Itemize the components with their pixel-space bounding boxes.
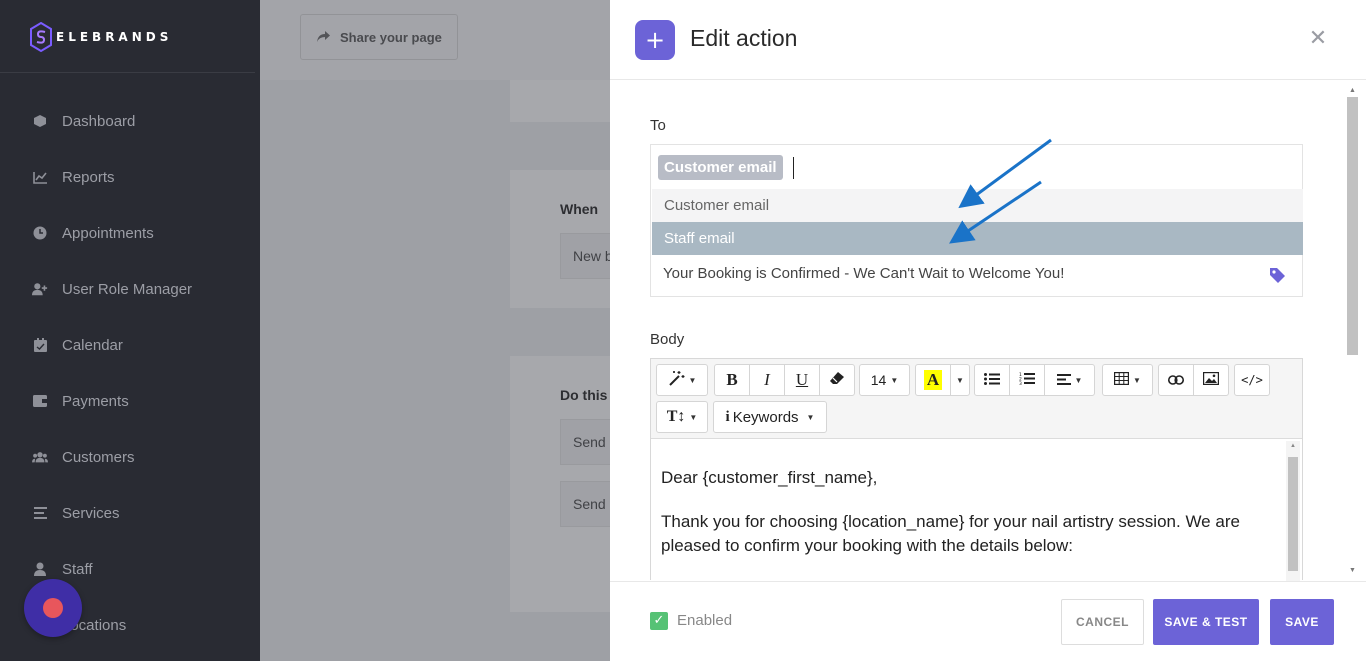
annotation-arrow <box>958 138 1052 209</box>
annotation-arrow <box>949 180 1042 244</box>
annotation-arrows <box>949 138 1052 244</box>
